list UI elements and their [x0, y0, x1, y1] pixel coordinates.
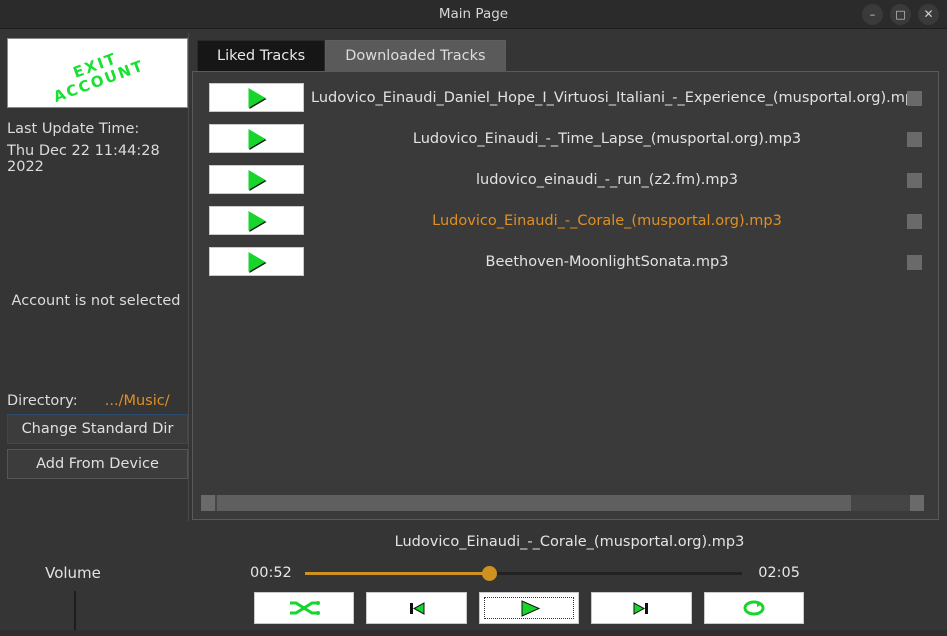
horizontal-scrollbar[interactable] — [201, 495, 924, 511]
track-list-panel: Ludovico_Einaudi_Daniel_Hope_I_Virtuosi_… — [192, 71, 939, 520]
tab-liked-tracks[interactable]: Liked Tracks — [197, 40, 326, 71]
play-icon — [248, 128, 265, 149]
previous-button[interactable] — [366, 592, 467, 624]
play-button[interactable] — [478, 592, 580, 624]
track-play-button[interactable] — [209, 165, 304, 194]
play-icon — [248, 87, 265, 108]
tab-bar: Liked Tracks Downloaded Tracks — [197, 40, 506, 71]
track-name: Ludovico_Einaudi_Daniel_Hope_I_Virtuosi_… — [311, 90, 924, 106]
last-update-value: Thu Dec 22 11:44:28 2022 — [7, 143, 160, 175]
table-row[interactable]: Beethoven-MoonlightSonata.mp3 — [201, 244, 924, 280]
directory-label: Directory: — [7, 393, 78, 409]
elapsed-time: 00:52 — [250, 565, 292, 581]
track-checkbox[interactable] — [907, 132, 922, 147]
maximize-icon[interactable]: □ — [890, 4, 911, 25]
now-playing-title: Ludovico_Einaudi_-_Corale_(musportal.org… — [394, 534, 745, 550]
table-row[interactable]: Ludovico_Einaudi_-_Time_Lapse_(musportal… — [201, 121, 924, 157]
close-icon[interactable]: ✕ — [918, 4, 939, 25]
scroll-right-icon[interactable] — [910, 495, 924, 511]
add-from-device-button[interactable]: Add From Device — [7, 449, 188, 479]
table-row[interactable]: Ludovico_Einaudi_-_Corale_(musportal.org… — [201, 203, 924, 239]
track-name: Beethoven-MoonlightSonata.mp3 — [485, 254, 729, 270]
exit-account-handwriting: EXIT ACCOUNT — [49, 42, 146, 106]
volume-label: Volume — [45, 564, 101, 582]
minimize-icon[interactable]: – — [862, 4, 883, 25]
directory-value: .../Music/ — [104, 393, 170, 409]
change-standard-dir-button[interactable]: Change Standard Dir — [7, 414, 188, 444]
player-controls — [254, 592, 805, 626]
track-play-button[interactable] — [209, 206, 304, 235]
scroll-left-icon[interactable] — [201, 495, 215, 511]
play-icon — [248, 251, 265, 272]
progress-track[interactable] — [305, 566, 742, 581]
table-row[interactable]: ludovico_einaudi_-_run_(z2.fm).mp3 — [201, 162, 924, 198]
progress-fill — [305, 572, 492, 575]
main-window: Main Page – □ ✕ EXIT ACCOUNT Last Update… — [0, 0, 947, 636]
track-checkbox[interactable] — [907, 91, 922, 106]
window-title: Main Page — [438, 6, 509, 22]
play-icon — [512, 598, 546, 618]
title-bar: Main Page – □ ✕ — [0, 0, 947, 29]
window-controls: – □ ✕ — [862, 4, 939, 25]
next-button[interactable] — [591, 592, 692, 624]
exit-account-button[interactable]: EXIT ACCOUNT — [7, 38, 188, 108]
track-checkbox[interactable] — [907, 173, 922, 188]
repeat-icon — [737, 598, 771, 618]
table-row[interactable]: Ludovico_Einaudi_Daniel_Hope_I_Virtuosi_… — [201, 80, 924, 116]
track-name: ludovico_einaudi_-_run_(z2.fm).mp3 — [476, 172, 738, 188]
last-update-label: Last Update Time: — [7, 121, 140, 137]
track-checkbox[interactable] — [907, 214, 922, 229]
previous-icon — [400, 598, 434, 618]
next-icon — [624, 598, 658, 618]
progress-slider[interactable]: 00:52 02:05 — [250, 562, 800, 588]
directory-row: Directory: .../Music/ — [7, 390, 187, 409]
track-name: Ludovico_Einaudi_-_Corale_(musportal.org… — [432, 213, 782, 229]
shuffle-button[interactable] — [254, 592, 355, 624]
progress-handle[interactable] — [482, 566, 497, 581]
play-icon — [248, 169, 265, 190]
track-play-button[interactable] — [209, 247, 304, 276]
tab-downloaded-tracks[interactable]: Downloaded Tracks — [325, 40, 506, 71]
sidebar: EXIT ACCOUNT Last Update Time: Thu Dec 2… — [0, 29, 192, 636]
track-checkbox[interactable] — [907, 255, 922, 270]
account-status: Account is not selected — [11, 293, 181, 309]
scrollbar-thumb[interactable] — [217, 495, 851, 511]
track-play-button[interactable] — [209, 83, 304, 112]
duration-time: 02:05 — [758, 565, 800, 581]
sidebar-divider — [188, 33, 189, 521]
track-play-button[interactable] — [209, 124, 304, 153]
bottom-strip — [0, 630, 947, 636]
track-name: Ludovico_Einaudi_-_Time_Lapse_(musportal… — [412, 131, 802, 147]
play-icon — [248, 210, 265, 231]
shuffle-icon — [287, 598, 321, 618]
repeat-button[interactable] — [703, 592, 805, 624]
track-list: Ludovico_Einaudi_Daniel_Hope_I_Virtuosi_… — [201, 80, 924, 492]
